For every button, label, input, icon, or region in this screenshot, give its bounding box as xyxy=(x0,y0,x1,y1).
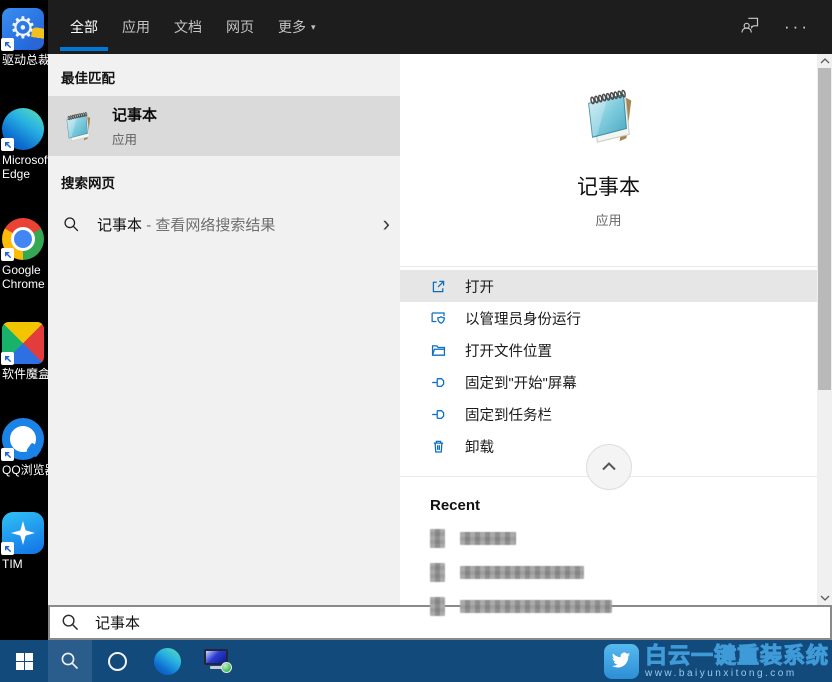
file-icon-blurred xyxy=(430,597,445,616)
desktop-icon-label: TIM xyxy=(0,557,48,571)
search-query-text: 记事本 xyxy=(95,612,140,633)
recent-text-blurred xyxy=(460,566,584,579)
tab-apps[interactable]: 应用 xyxy=(110,0,162,54)
admin-shield-icon xyxy=(430,310,447,327)
desktop-icon-qqbrowser[interactable]: QQ浏览器 xyxy=(0,418,48,477)
windows-logo-icon xyxy=(16,653,33,670)
chevron-right-icon[interactable]: › xyxy=(383,214,390,234)
edge-icon xyxy=(154,648,181,675)
cortana-button[interactable] xyxy=(92,640,142,682)
search-filter-bar: 全部 应用 文档 网页 更多▾ ··· xyxy=(48,0,832,54)
open-icon xyxy=(430,278,447,295)
taskbar-pc-tool-button[interactable] xyxy=(192,640,242,682)
watermark-title: 白云一键重装系统 xyxy=(645,645,829,667)
file-icon-blurred xyxy=(430,529,445,548)
desktop-icon-label: QQ浏览器 xyxy=(0,463,48,477)
recent-item-blurred[interactable] xyxy=(400,596,817,616)
shortcut-arrow-icon xyxy=(1,542,14,555)
best-match-result-notepad[interactable]: 记事本 应用 xyxy=(48,96,400,156)
windows-search-screen: ⚙ 驱动总裁 Microsoft Edge Google Chrome 软件魔盒… xyxy=(0,0,832,682)
notepad-icon xyxy=(578,84,640,146)
search-results-panel: 最佳匹配 xyxy=(48,54,400,605)
web-search-result[interactable]: 记事本 - 查看网络搜索结果 › xyxy=(48,203,400,245)
best-match-type: 应用 xyxy=(112,129,157,148)
search-icon xyxy=(60,651,80,671)
folder-location-icon xyxy=(430,342,447,359)
collapse-preview-button[interactable] xyxy=(586,444,632,490)
pin-icon xyxy=(430,406,447,423)
desktop-icon-label: 驱动总裁 xyxy=(0,53,48,67)
shortcut-arrow-icon xyxy=(1,352,14,365)
cortana-icon xyxy=(108,652,127,671)
chevron-down-icon: ▾ xyxy=(311,22,316,33)
preview-app-title: 记事本 xyxy=(400,171,817,201)
user-account-icon[interactable] xyxy=(740,15,760,40)
desktop-icon-label: Microsoft Edge xyxy=(0,153,48,181)
bird-icon xyxy=(604,644,639,679)
more-options-icon[interactable]: ··· xyxy=(784,22,810,32)
watermark: 白云一键重装系统 www.baiyunxitong.com xyxy=(604,644,829,679)
desktop-icon-label: 软件魔盒 xyxy=(0,367,48,381)
taskbar-search-button[interactable] xyxy=(48,640,92,682)
scroll-down-icon[interactable] xyxy=(817,591,832,605)
action-pin-to-start[interactable]: 固定到"开始"屏幕 xyxy=(400,366,817,398)
recent-item-blurred[interactable] xyxy=(400,562,817,582)
desktop-icon-tim[interactable]: TIM xyxy=(0,512,48,571)
pc-tool-icon xyxy=(204,649,230,673)
tab-all[interactable]: 全部 xyxy=(58,0,110,54)
file-icon-blurred xyxy=(430,563,445,582)
shortcut-arrow-icon xyxy=(1,448,14,461)
scroll-up-icon[interactable] xyxy=(817,54,832,68)
chevron-up-icon xyxy=(598,456,620,478)
action-open[interactable]: 打开 xyxy=(400,270,817,302)
preview-app-type: 应用 xyxy=(400,210,817,229)
action-run-as-admin[interactable]: 以管理员身份运行 xyxy=(400,302,817,334)
search-icon xyxy=(61,613,80,632)
watermark-url: www.baiyunxitong.com xyxy=(645,668,829,679)
recent-header: Recent xyxy=(400,497,817,514)
scrollbar[interactable] xyxy=(817,54,832,605)
taskbar: 白云一键重装系统 www.baiyunxitong.com xyxy=(0,640,832,682)
desktop-icon-drvceo[interactable]: ⚙ 驱动总裁 xyxy=(0,8,48,67)
search-icon xyxy=(63,216,80,233)
action-list: 打开 以管理员身份运行 打开文件位置 固定到"开始"屏幕 固定到 xyxy=(400,267,817,462)
shortcut-arrow-icon xyxy=(1,38,14,51)
recent-text-blurred xyxy=(460,600,612,613)
shortcut-arrow-icon xyxy=(1,248,14,261)
action-pin-to-taskbar[interactable]: 固定到任务栏 xyxy=(400,398,817,430)
best-match-header: 最佳匹配 xyxy=(48,54,400,96)
recent-item-blurred[interactable] xyxy=(400,528,817,548)
best-match-title: 记事本 xyxy=(112,104,157,125)
desktop-icon-strip: ⚙ 驱动总裁 Microsoft Edge Google Chrome 软件魔盒… xyxy=(0,0,48,640)
recent-text-blurred xyxy=(460,532,516,545)
desktop-icon-edge[interactable]: Microsoft Edge xyxy=(0,108,48,181)
trash-icon xyxy=(430,438,447,455)
desktop-icon-label: Google Chrome xyxy=(0,263,48,291)
desktop-icon-chrome[interactable]: Google Chrome xyxy=(0,218,48,291)
shortcut-arrow-icon xyxy=(1,138,14,151)
scrollbar-thumb[interactable] xyxy=(818,68,831,390)
tab-more[interactable]: 更多▾ xyxy=(266,0,328,54)
pin-icon xyxy=(430,374,447,391)
start-button[interactable] xyxy=(0,640,48,682)
action-open-file-location[interactable]: 打开文件位置 xyxy=(400,334,817,366)
taskbar-edge-button[interactable] xyxy=(142,640,192,682)
search-flyout: 全部 应用 文档 网页 更多▾ ··· 最佳匹配 xyxy=(48,0,832,640)
preview-panel: 记事本 应用 打开 以管理员身份运行 打开文件位置 xyxy=(400,54,832,605)
notepad-icon xyxy=(61,109,95,143)
tab-web[interactable]: 网页 xyxy=(214,0,266,54)
desktop-icon-mobox[interactable]: 软件魔盒 xyxy=(0,322,48,381)
web-search-header: 搜索网页 xyxy=(48,156,400,201)
tab-documents[interactable]: 文档 xyxy=(162,0,214,54)
